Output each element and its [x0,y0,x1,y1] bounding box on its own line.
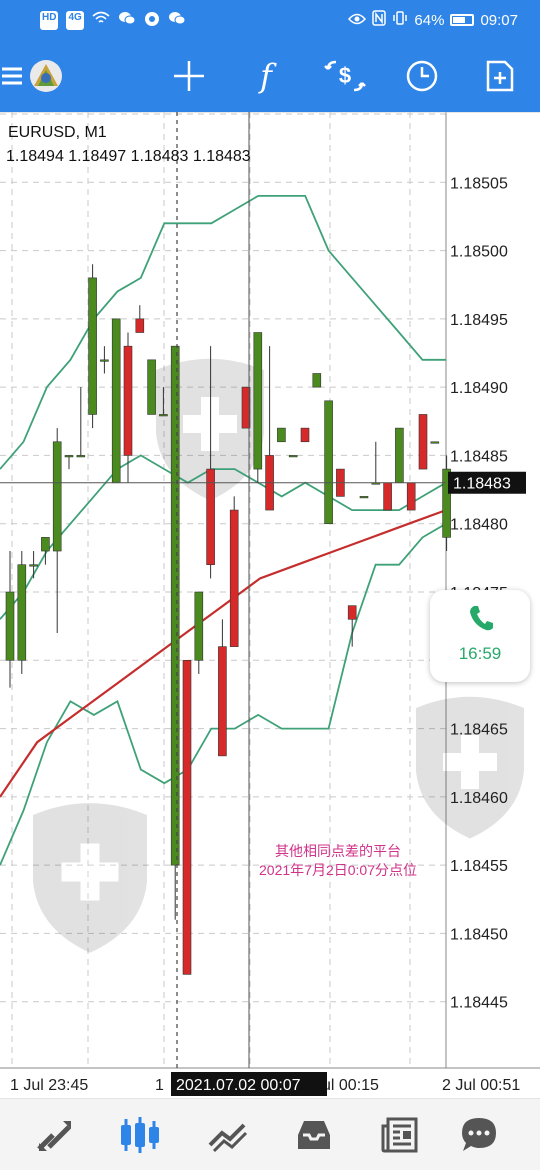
chart-icon[interactable] [113,1111,169,1159]
candle-body [395,427,404,484]
svg-text:$: $ [339,63,351,88]
quotes-icon[interactable] [27,1111,83,1159]
y-tick-label: 1.18445 [450,995,508,1012]
candle-body [76,455,86,458]
candle-body [288,455,298,458]
candle-body [147,359,156,415]
candle-body [5,591,15,661]
chart-annotation: 其他相同点差的平台 2021年7月2日0:07分点位 [200,842,476,880]
y-tick-label: 1.18505 [450,175,508,192]
candle-body [135,318,145,333]
wechat-icon [168,11,186,30]
candle-body [277,427,286,443]
app-icon [144,11,160,30]
candle-body [123,345,133,456]
phone-icon [468,604,494,637]
vibrate-icon [392,10,408,30]
candle-body [300,427,310,443]
candle-body [206,468,215,565]
news-icon[interactable] [372,1111,428,1159]
status-bar: HD 4G 64% 09:07 [0,0,540,40]
bottom-navigation [0,1098,540,1170]
candle-body [218,646,227,757]
add-chart-icon[interactable] [478,54,522,98]
status-left-icons: HD 4G [40,11,186,30]
timer-text: 16:59 [458,644,502,663]
eye-icon [348,12,367,29]
y-tick-label: 1.18480 [450,517,508,534]
candle-body [253,332,263,470]
y-tick-label: 1.18490 [450,380,508,397]
annotation-line-1: 其他相同点差的平台 [275,843,401,859]
y-tick-label: 1.18465 [450,722,508,739]
clock-icon[interactable] [400,54,444,98]
candle-body [229,509,239,647]
trade-dollar-icon[interactable]: $ [323,54,367,98]
status-right: 64% 09:07 [348,10,518,30]
candle-body [430,441,440,444]
clock-time: 09:07 [480,11,518,29]
messages-icon[interactable] [451,1111,507,1159]
candle-body [406,482,416,511]
candle-body [324,400,333,525]
candle-body [312,373,322,388]
candle-body [170,345,180,866]
y-tick-label: 1.18495 [450,312,508,329]
candle-body [64,455,74,458]
candle-body [347,605,357,620]
function-icon[interactable]: f [244,54,288,98]
candle-body [41,537,50,552]
x-tick-label: 2 Jul 00:51 [442,1077,520,1094]
candle-body [52,441,62,552]
y-tick-label: 1.18450 [450,926,508,943]
x-tick-label: 1 [155,1077,164,1094]
hd-icon: HD [40,11,59,30]
annotation-line-2: 2021年7月2日0:07分点位 [259,862,417,878]
ohlc-readout: 1.18494 1.18497 1.18483 1.18483 [6,148,251,165]
candle-body [29,564,38,567]
candle-body [359,496,369,499]
app-logo-icon[interactable] [24,54,68,98]
candle-body [17,564,27,661]
crosshair-time-label: 2021.07.02 00:07 [176,1077,301,1094]
battery-percent: 64% [414,11,445,29]
candle-body [111,318,121,484]
y-tick-label: 1.18500 [450,244,508,261]
candle-body [418,414,428,470]
candle-body [88,277,97,415]
candle-body [383,482,392,511]
y-tick-label: 1.18460 [450,790,508,807]
battery-icon [450,14,475,26]
history-icon[interactable] [286,1111,342,1159]
symbol-label: EURUSD, M1 [8,124,107,141]
crosshair-icon[interactable] [167,54,211,98]
4g-signal-icon: 4G [66,11,84,30]
nfc-icon [372,10,387,30]
candle-body [159,414,168,417]
y-tick-label: 1.18485 [450,448,508,465]
candle-body [100,359,109,362]
toolbar: f $ [0,40,540,112]
crosshair-price-label: 1.18483 [453,476,511,493]
trade-icon[interactable] [200,1111,256,1159]
wifi-icon [92,11,110,30]
candle-body [182,659,192,975]
timer-bubble[interactable]: 16:59 [430,590,530,682]
watermark-shield-icon [33,803,147,953]
wechat-icon [118,11,136,30]
x-tick-label: 1 Jul 23:45 [10,1077,88,1094]
candle-body [194,591,204,661]
watermark-shield-icon [416,696,524,839]
